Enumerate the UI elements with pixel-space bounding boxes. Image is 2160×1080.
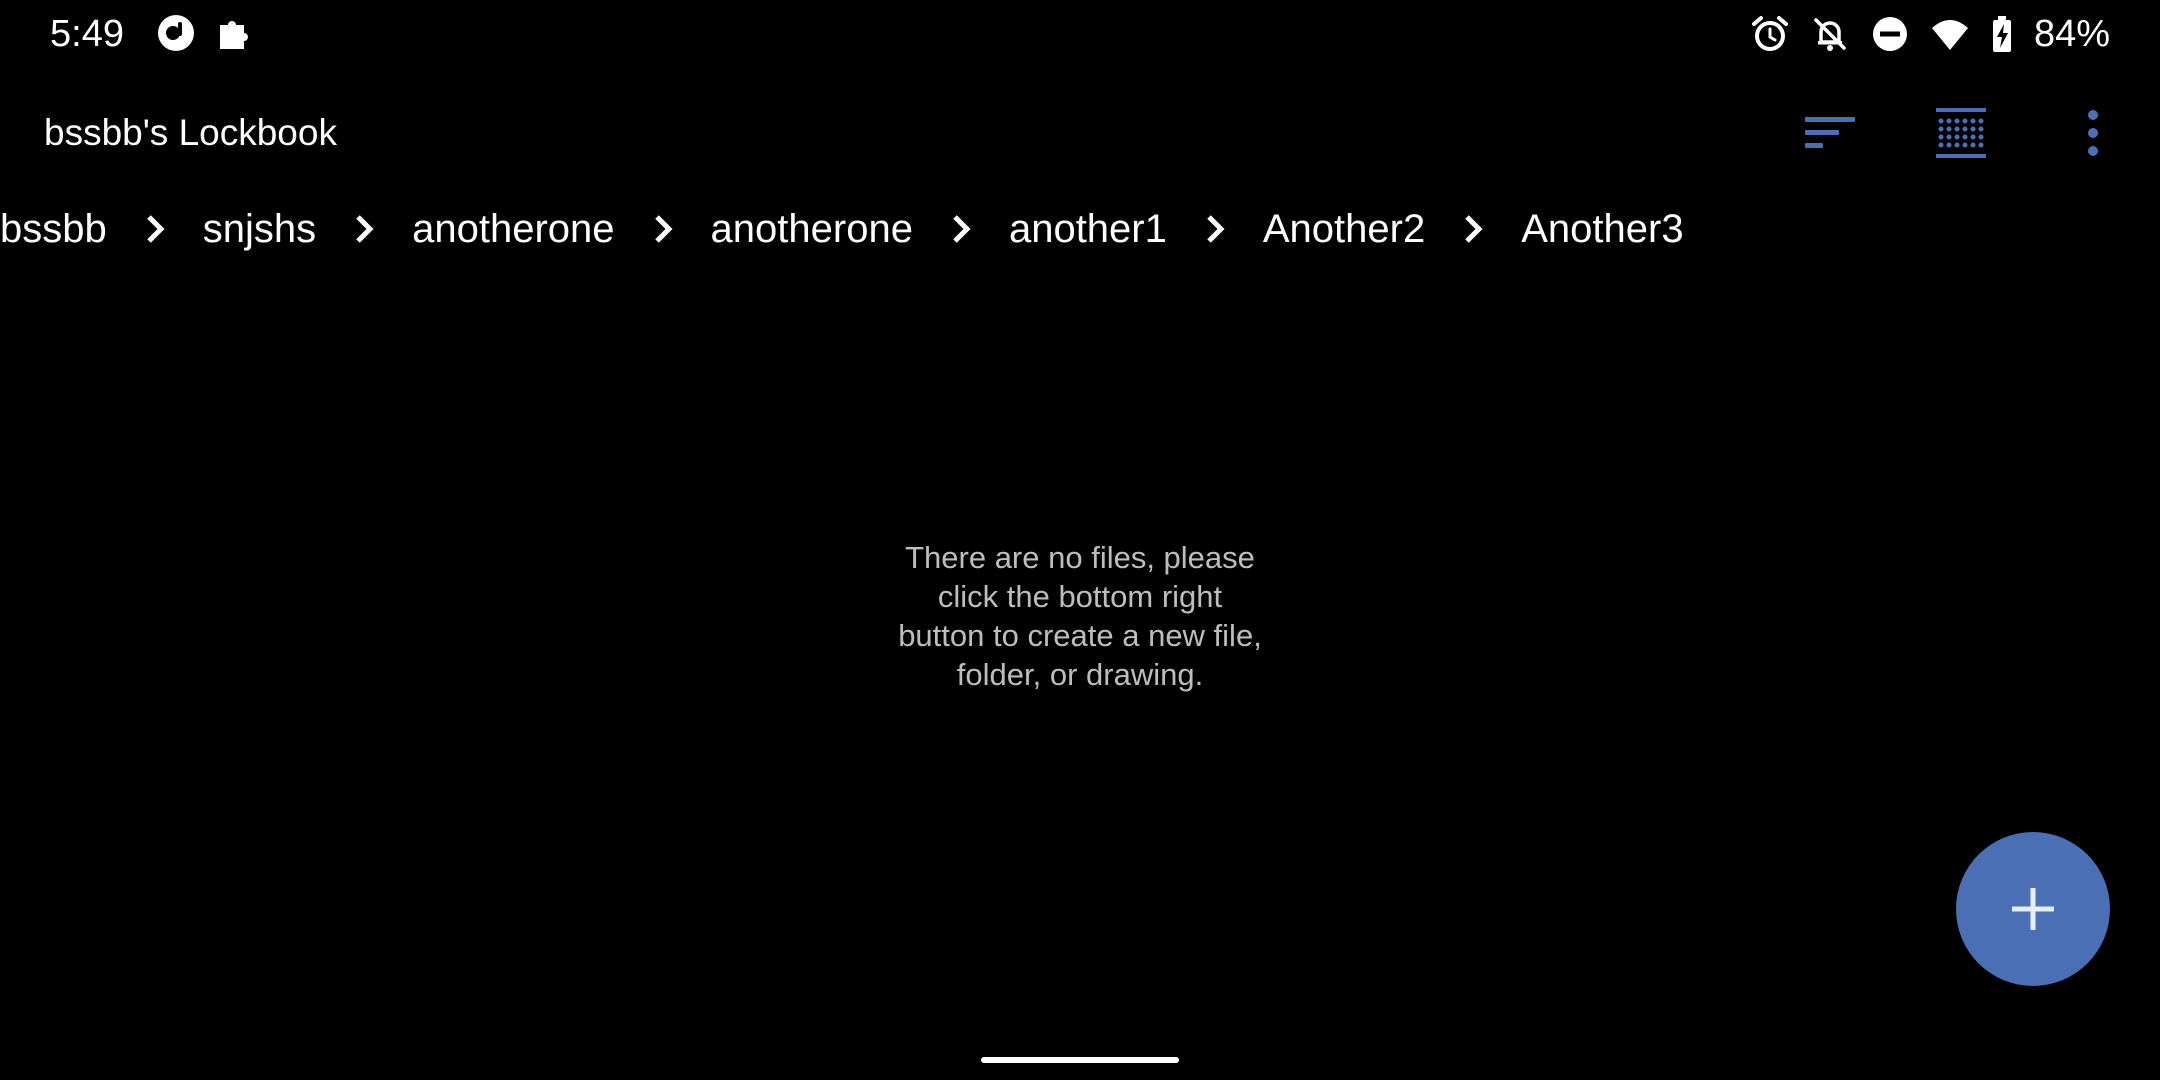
breadcrumb-item-another3[interactable]: Another3 (1521, 198, 1683, 260)
empty-state-line: click the bottom right (937, 579, 1223, 614)
more-vert-icon (2088, 110, 2098, 156)
battery-charging-icon (1992, 16, 2011, 52)
puzzle-icon (220, 21, 248, 49)
sort-icon (1805, 117, 1855, 148)
breadcrumb-item-anotherone[interactable]: anotherone (412, 198, 614, 260)
breadcrumb-item-bssbb[interactable]: bssbb (0, 198, 107, 260)
chevron-right-icon (913, 198, 1009, 260)
breadcrumb-item-anotherone-2[interactable]: anotherone (711, 198, 913, 260)
empty-state-line: folder, or drawing. (956, 657, 1204, 692)
chevron-right-icon (1425, 198, 1521, 260)
notifications-off-icon (1814, 18, 1846, 51)
empty-state-message: There are no files, please click the bot… (830, 538, 1330, 694)
podcast-app-icon (158, 15, 194, 51)
breadcrumb-item-another2[interactable]: Another2 (1263, 198, 1425, 260)
empty-state-line: There are no files, please (905, 540, 1255, 575)
status-right-icons: 84% (1750, 12, 2110, 56)
wifi-icon (1931, 20, 1968, 50)
chevron-right-icon (316, 198, 412, 260)
status-left-icons (156, 13, 254, 53)
plus-icon (2012, 888, 2054, 930)
breadcrumb-item-snjshs[interactable]: snjshs (203, 198, 316, 260)
empty-state-line: button to create a new file, (898, 618, 1262, 653)
status-time: 5:49 (50, 13, 124, 55)
chevron-right-icon (107, 198, 203, 260)
breadcrumb: bssbb snjshs anotherone anotherone anoth… (0, 198, 1684, 260)
do-not-disturb-icon (1872, 17, 1907, 51)
chevron-right-icon (615, 198, 711, 260)
status-bar: 5:49 84% (0, 0, 2160, 68)
app-bar: bssbb's Lockbook (0, 68, 2160, 198)
grid-view-button[interactable] (1929, 101, 1993, 165)
chevron-right-icon (1167, 198, 1263, 260)
create-file-fab[interactable] (1956, 832, 2110, 986)
app-screen: 5:49 84% bssbb's Lockbook bssbb snjshs a… (0, 0, 2160, 1080)
breadcrumb-item-another1[interactable]: another1 (1009, 198, 1167, 260)
app-title: bssbb's Lockbook (44, 112, 337, 153)
more-options-button[interactable] (2061, 101, 2125, 165)
battery-percent: 84% (2033, 13, 2110, 55)
gesture-navigation-bar[interactable] (981, 1057, 1179, 1063)
sort-button[interactable] (1798, 101, 1862, 165)
alarm-icon (1751, 16, 1788, 51)
grid-view-icon (1936, 108, 1986, 158)
